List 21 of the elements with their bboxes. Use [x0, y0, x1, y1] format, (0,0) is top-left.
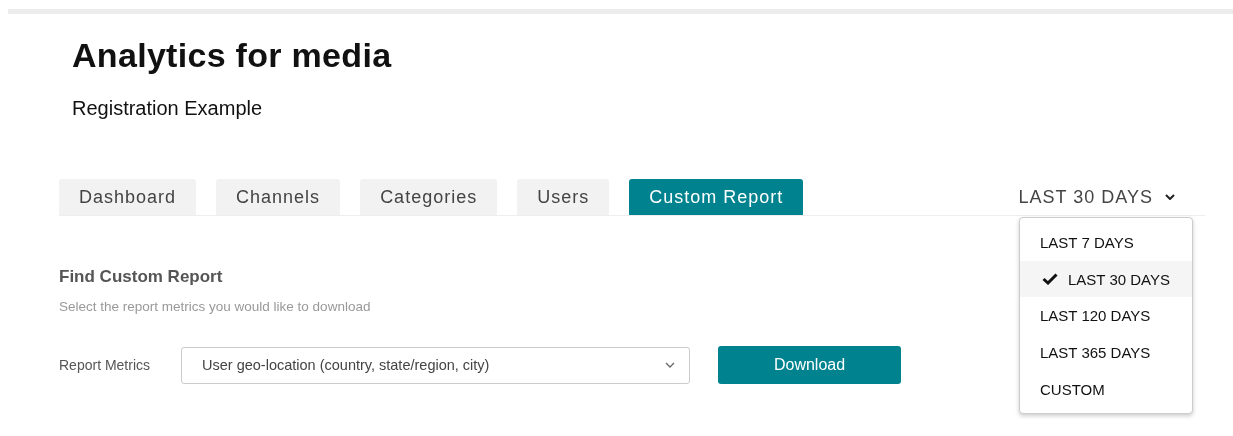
- section-heading: Find Custom Report: [59, 267, 223, 287]
- tab[interactable]: Channels: [216, 179, 341, 215]
- checkmark-icon: [1042, 273, 1058, 286]
- tab[interactable]: Custom Report: [629, 179, 804, 215]
- tab[interactable]: Users: [517, 179, 610, 215]
- tab[interactable]: Categories: [360, 179, 498, 215]
- chevron-down-icon: [1165, 194, 1175, 200]
- metrics-select[interactable]: User geo-location (country, state/region, city): [181, 346, 690, 384]
- section-description: Select the report metrics you would like to download: [59, 299, 372, 314]
- period-dropdown[interactable]: LAST 30 DAYS: [1018, 186, 1175, 208]
- menu-item[interactable]: LAST 30 DAYS: [1020, 260, 1192, 298]
- download-button[interactable]: Download: [718, 346, 901, 384]
- menu-item[interactable]: LAST 7 DAYS: [1020, 224, 1192, 261]
- menu-item[interactable]: LAST 365 DAYS: [1020, 334, 1192, 371]
- menu-item[interactable]: LAST 120 DAYS: [1020, 297, 1192, 335]
- field-label: Report Metrics: [59, 357, 152, 373]
- page-title: Analytics for media: [72, 36, 393, 75]
- menu-item[interactable]: CUSTOM: [1020, 370, 1192, 408]
- tab[interactable]: Dashboard: [59, 179, 197, 215]
- page-subtitle: Registration Example: [72, 97, 264, 120]
- chevron-down-icon: [665, 362, 675, 368]
